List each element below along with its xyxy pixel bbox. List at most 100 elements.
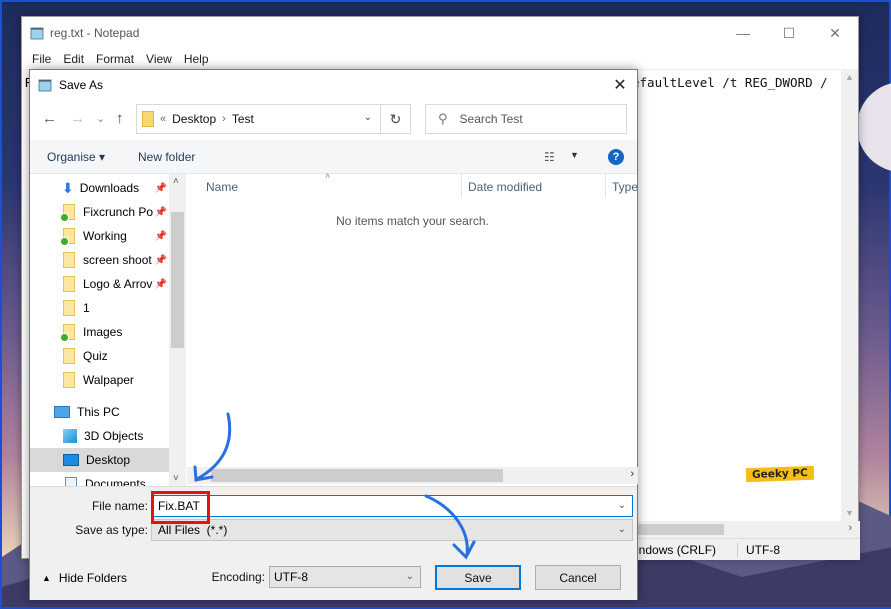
- folder-icon: [63, 276, 75, 292]
- nav-item-logo-arrow[interactable]: Logo & Arrov 📌: [30, 272, 169, 296]
- up-button[interactable]: ↑: [116, 110, 124, 127]
- scroll-down-icon[interactable]: ▼: [845, 508, 854, 518]
- scroll-up-icon[interactable]: ▲: [845, 72, 854, 82]
- nav-item-documents[interactable]: Documents: [30, 472, 169, 486]
- chevron-down-icon[interactable]: ⌄: [406, 571, 414, 582]
- scroll-right-icon[interactable]: ›: [630, 468, 634, 480]
- nav-item-3d-objects[interactable]: 3D Objects: [30, 424, 169, 448]
- column-header-date-modified[interactable]: Date modified: [468, 174, 542, 200]
- column-divider[interactable]: [605, 174, 606, 198]
- nav-item-walpaper[interactable]: Walpaper: [30, 368, 169, 392]
- nav-item-desktop[interactable]: Desktop: [30, 448, 169, 472]
- nav-item-label: Desktop: [86, 453, 131, 467]
- notepad-horizontal-scrollbar[interactable]: ›: [634, 521, 860, 538]
- scroll-thumb[interactable]: [171, 212, 184, 348]
- column-header-name[interactable]: Name: [206, 174, 238, 200]
- nav-item-label: 1: [83, 301, 90, 315]
- sync-check-icon: [60, 237, 69, 246]
- column-header-type[interactable]: Type: [612, 174, 638, 200]
- status-encoding: UTF-8: [746, 542, 780, 557]
- nav-item-1[interactable]: 1: [30, 296, 169, 320]
- menu-help[interactable]: Help: [178, 52, 215, 66]
- scroll-thumb[interactable]: [634, 524, 724, 535]
- recent-locations-button[interactable]: ⌄: [96, 112, 105, 125]
- scroll-up-icon[interactable]: ˄: [173, 176, 179, 187]
- close-button[interactable]: ✕: [812, 17, 858, 49]
- menu-view[interactable]: View: [140, 52, 178, 66]
- nav-item-downloads[interactable]: ⬇ Downloads 📌: [30, 176, 169, 200]
- nav-item-label: Downloads: [79, 181, 140, 195]
- minimize-button[interactable]: —: [720, 17, 766, 49]
- nav-item-quiz[interactable]: Quiz: [30, 344, 169, 368]
- dialog-footer: File name: ⌄ Save as type: All Files (*.…: [30, 486, 637, 600]
- nav-item-images[interactable]: Images: [30, 320, 169, 344]
- forward-button[interactable]: →: [70, 110, 85, 127]
- file-name-combobox[interactable]: ⌄: [151, 495, 633, 517]
- new-folder-button[interactable]: New folder: [138, 150, 195, 164]
- nav-item-this-pc[interactable]: This PC: [30, 400, 169, 424]
- cancel-button[interactable]: Cancel: [535, 565, 621, 590]
- folder-icon: [142, 111, 154, 127]
- folder-icon: [60, 204, 75, 222]
- encoding-value: UTF-8: [274, 570, 308, 584]
- menu-file[interactable]: File: [26, 52, 57, 66]
- search-icon: ⚲: [438, 111, 448, 126]
- watermark-logo: Geeky PC: [745, 465, 814, 483]
- chevron-down-icon[interactable]: ⌄: [618, 500, 626, 511]
- dialog-title: Save As: [59, 78, 104, 92]
- chevron-down-icon[interactable]: ⌄: [618, 524, 626, 535]
- file-list-horizontal-scrollbar[interactable]: ›: [187, 467, 638, 484]
- notepad-title: reg.txt - Notepad: [50, 26, 140, 40]
- navigation-pane: ⬇ Downloads 📌 Fixcrunch Po 📌 Working 📌 s…: [30, 174, 185, 486]
- breadcrumb-test[interactable]: Test: [232, 112, 254, 126]
- scroll-thumb[interactable]: [211, 469, 503, 482]
- nav-item-working[interactable]: Working 📌: [30, 224, 169, 248]
- dialog-toolbar: Organise ▾ New folder ☷ ▼ ?: [30, 140, 637, 174]
- menu-format[interactable]: Format: [90, 52, 140, 66]
- save-as-dialog: Save As ✕ ← → ⌄ ↑ « Desktop › Test ⌄ ↻ ⚲…: [29, 69, 638, 600]
- address-bar[interactable]: « Desktop › Test ⌄: [136, 104, 381, 134]
- address-row: ← → ⌄ ↑ « Desktop › Test ⌄ ↻ ⚲: [30, 102, 637, 136]
- scroll-down-icon[interactable]: ˅: [173, 473, 179, 484]
- save-as-type-label: Save as type:: [75, 523, 148, 537]
- notepad-vertical-scrollbar[interactable]: ▲ ▼: [841, 69, 858, 521]
- scroll-right-icon[interactable]: ›: [848, 522, 852, 534]
- sync-check-icon: [60, 213, 69, 222]
- maximize-button[interactable]: ☐: [766, 17, 812, 49]
- save-button[interactable]: Save: [435, 565, 521, 590]
- cube-icon: [63, 429, 77, 443]
- folder-icon: [60, 324, 75, 342]
- breadcrumb-overflow[interactable]: «: [160, 113, 166, 125]
- nav-item-screen-shoot[interactable]: screen shoot 📌: [30, 248, 169, 272]
- view-dropdown-icon[interactable]: ▼: [570, 150, 579, 160]
- search-box[interactable]: ⚲: [425, 104, 627, 134]
- column-divider[interactable]: [461, 174, 462, 198]
- organise-button[interactable]: Organise ▾: [47, 150, 105, 164]
- view-options-icon[interactable]: ☷: [544, 150, 555, 164]
- chevron-down-icon[interactable]: ⌄: [364, 112, 372, 123]
- notepad-statusbar: indows (CRLF) UTF-8: [634, 538, 860, 560]
- dialog-titlebar: Save As: [30, 70, 637, 100]
- nav-item-label: Walpaper: [83, 373, 134, 387]
- document-icon: [65, 477, 77, 486]
- help-button[interactable]: ?: [608, 149, 624, 165]
- search-input[interactable]: [459, 112, 610, 126]
- breadcrumb-separator[interactable]: ›: [222, 113, 226, 125]
- nav-item-fixcrunch[interactable]: Fixcrunch Po 📌: [30, 200, 169, 224]
- file-name-label: File name:: [91, 499, 148, 513]
- encoding-label: Encoding:: [211, 570, 265, 584]
- notepad-icon: [30, 27, 44, 40]
- notepad-icon: [38, 79, 52, 92]
- file-name-input[interactable]: [152, 499, 592, 513]
- dialog-close-button[interactable]: ✕: [607, 72, 633, 98]
- menu-edit[interactable]: Edit: [57, 52, 90, 66]
- nav-pane-scrollbar[interactable]: ˄ ˅: [169, 174, 186, 486]
- breadcrumb-desktop[interactable]: Desktop: [172, 112, 216, 126]
- save-as-type-select[interactable]: All Files (*.*) ⌄: [151, 519, 633, 541]
- nav-item-label: Quiz: [83, 349, 108, 363]
- encoding-select[interactable]: UTF-8 ⌄: [269, 566, 421, 588]
- hide-folders-button[interactable]: ▲ Hide Folders: [42, 571, 127, 585]
- refresh-button[interactable]: ↻: [381, 104, 411, 134]
- back-button[interactable]: ←: [42, 110, 57, 127]
- folder-icon: [63, 300, 75, 316]
